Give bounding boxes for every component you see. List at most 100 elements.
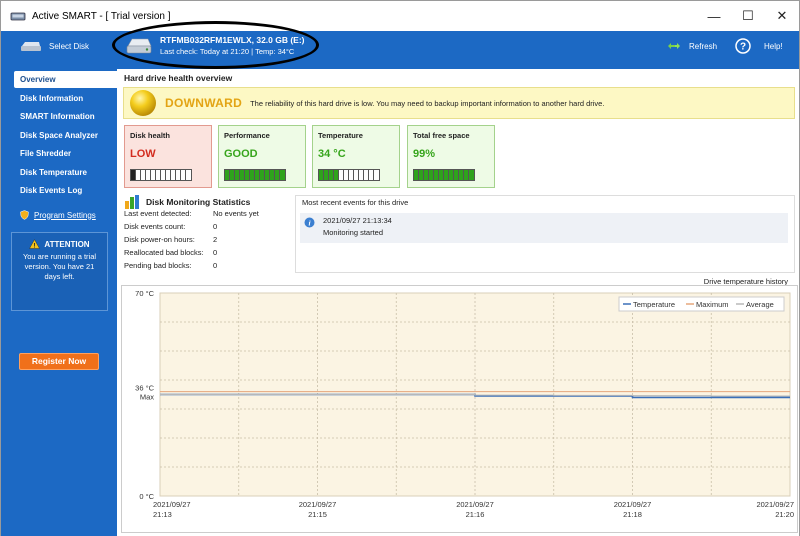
sidebar-item-disk-information[interactable]: Disk Information bbox=[1, 90, 117, 107]
stat-row: Pending bad blocks: 0 bbox=[124, 261, 259, 274]
close-button[interactable]: ✕ bbox=[765, 1, 799, 31]
x-tick-date: 2021/09/27 bbox=[756, 500, 794, 509]
minimize-button[interactable]: — bbox=[697, 1, 731, 31]
svg-text:!: ! bbox=[34, 243, 36, 249]
level-bar bbox=[413, 169, 475, 181]
max-temp-label: 36 °C bbox=[135, 384, 154, 393]
free-space-card: Total free space 99% bbox=[407, 125, 495, 188]
stat-value: 0 bbox=[213, 261, 218, 270]
level-segment bbox=[469, 170, 474, 180]
x-tick-time: 21:20 bbox=[775, 510, 794, 519]
events-title: Most recent events for this drive bbox=[302, 198, 409, 207]
event-item[interactable]: i 2021/09/27 21:13:34 Monitoring started bbox=[300, 213, 788, 243]
register-now-button[interactable]: Register Now bbox=[19, 353, 99, 370]
level-segment bbox=[374, 170, 379, 180]
annotation-ellipse bbox=[112, 21, 319, 69]
x-tick-time: 21:18 bbox=[623, 510, 642, 519]
title-bar: Active SMART - [ Trial version ] — ☐ ✕ bbox=[1, 1, 799, 31]
attention-title: ATTENTION bbox=[44, 239, 90, 249]
program-settings-label: Program Settings bbox=[34, 210, 96, 220]
x-tick-date: 2021/09/27 bbox=[614, 500, 652, 509]
card-label: Temperature bbox=[318, 131, 363, 140]
alert-message: The reliability of this hard drive is lo… bbox=[250, 98, 605, 108]
sidebar-item-disk-space-analyzer[interactable]: Disk Space Analyzer bbox=[1, 127, 117, 144]
card-value: LOW bbox=[130, 148, 156, 160]
refresh-button[interactable]: Refresh bbox=[667, 41, 717, 51]
disk-health-card: Disk health LOW bbox=[124, 125, 212, 188]
recent-events-panel: Most recent events for this drive i 2021… bbox=[295, 195, 795, 273]
card-label: Performance bbox=[224, 131, 270, 140]
refresh-icon bbox=[668, 43, 680, 49]
temperature-chart-panel: 70 °C 0 °C 36 °C Max 2021/09/27 21:13 2021/09/… bbox=[121, 285, 798, 533]
stat-value: 2 bbox=[213, 235, 218, 244]
card-value: 34 °C bbox=[318, 148, 346, 160]
sidebar-item-smart-information[interactable]: SMART Information bbox=[1, 108, 117, 125]
stat-row: Last event detected: No events yet bbox=[124, 209, 259, 222]
stats-title: Disk Monitoring Statistics bbox=[146, 197, 251, 207]
sidebar-item-overview[interactable]: Overview bbox=[14, 71, 117, 88]
event-time: 2021/09/27 21:13:34 bbox=[323, 216, 392, 225]
card-label: Disk health bbox=[130, 131, 171, 140]
x-tick-date: 2021/09/27 bbox=[299, 500, 337, 509]
refresh-label: Refresh bbox=[689, 41, 718, 51]
stat-key: Disk events count: bbox=[124, 222, 186, 231]
stat-value: 0 bbox=[213, 222, 218, 231]
disk-icon bbox=[21, 42, 41, 51]
help-button[interactable]: ? Help! bbox=[735, 38, 783, 54]
svg-text:?: ? bbox=[740, 42, 746, 53]
shield-icon bbox=[20, 210, 29, 220]
level-bar bbox=[130, 169, 192, 181]
x-tick-time: 21:16 bbox=[466, 510, 485, 519]
stat-key: Pending bad blocks: bbox=[124, 261, 192, 270]
stat-row: Reallocated bad blocks: 0 bbox=[124, 248, 259, 261]
level-bar bbox=[224, 169, 286, 181]
stat-value: 0 bbox=[213, 248, 218, 257]
stat-key: Reallocated bad blocks: bbox=[124, 248, 204, 257]
health-alert-banner: DOWNWARD The reliability of this hard dr… bbox=[123, 87, 795, 119]
stat-value: No events yet bbox=[213, 209, 259, 218]
help-label: Help! bbox=[764, 41, 783, 51]
level-segment bbox=[186, 170, 191, 180]
level-bar bbox=[318, 169, 380, 181]
stat-key: Disk power-on hours: bbox=[124, 235, 195, 244]
x-tick-time: 21:15 bbox=[308, 510, 327, 519]
select-disk-button[interactable]: Select Disk bbox=[20, 40, 89, 52]
stat-key: Last event detected: bbox=[124, 209, 192, 218]
stat-row: Disk events count: 0 bbox=[124, 222, 259, 235]
main-panel: Hard drive health overview DOWNWARD The … bbox=[117, 69, 799, 536]
sidebar-item-disk-events-log[interactable]: Disk Events Log bbox=[1, 182, 117, 199]
x-tick-date: 2021/09/27 bbox=[153, 500, 191, 509]
event-message: Monitoring started bbox=[323, 228, 384, 237]
x-tick-time: 21:13 bbox=[153, 510, 172, 519]
temperature-chart: 70 °C0 °C36 °CMax2021/09/2721:132021/09/… bbox=[135, 289, 794, 519]
trial-attention-box: ! ATTENTION You are running a trial vers… bbox=[11, 232, 108, 311]
card-value: 99% bbox=[413, 148, 436, 160]
app-window: Active SMART - [ Trial version ] — ☐ ✕ S… bbox=[0, 0, 800, 536]
legend-label: Temperature bbox=[633, 300, 675, 309]
legend-label: Average bbox=[746, 300, 774, 309]
program-settings-link[interactable]: Program Settings bbox=[20, 210, 96, 220]
max-temp-sublabel: Max bbox=[140, 393, 154, 402]
sidebar-item-disk-temperature[interactable]: Disk Temperature bbox=[1, 164, 117, 181]
bar-chart-icon bbox=[125, 195, 139, 209]
y-axis-max-label: 70 °C bbox=[135, 289, 154, 298]
page-title: Hard drive health overview bbox=[124, 73, 233, 83]
help-icon: ? bbox=[735, 38, 751, 54]
warning-icon: ! bbox=[29, 239, 41, 249]
stat-row: Disk power-on hours: 2 bbox=[124, 235, 259, 248]
maximize-button[interactable]: ☐ bbox=[731, 1, 765, 31]
window-title: Active SMART - [ Trial version ] bbox=[32, 10, 171, 22]
alert-status-label: DOWNWARD bbox=[165, 96, 243, 110]
select-disk-label: Select Disk bbox=[49, 41, 90, 51]
performance-card: Performance GOOD bbox=[218, 125, 306, 188]
card-label: Total free space bbox=[413, 131, 470, 140]
legend-label: Maximum bbox=[696, 300, 729, 309]
sidebar-item-file-shredder[interactable]: File Shredder bbox=[1, 145, 117, 162]
stats-heading: Disk Monitoring Statistics bbox=[124, 195, 250, 209]
info-icon: i bbox=[304, 217, 315, 228]
app-icon bbox=[10, 12, 26, 21]
status-ball-icon bbox=[130, 90, 156, 116]
card-value: GOOD bbox=[224, 148, 258, 160]
stats-list: Last event detected: No events yet Disk e… bbox=[124, 209, 259, 274]
x-tick-date: 2021/09/27 bbox=[456, 500, 494, 509]
